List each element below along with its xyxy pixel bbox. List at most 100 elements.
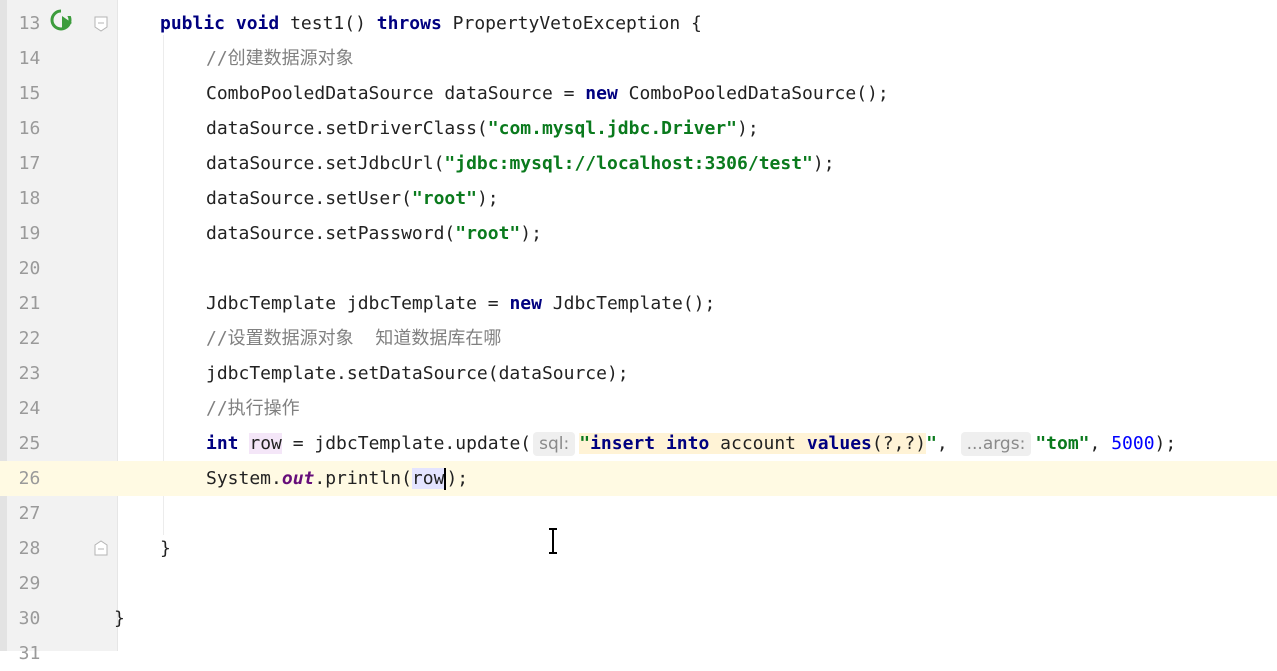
code-token: ComboPooledDataSource dataSource = xyxy=(206,83,586,104)
code-token: " xyxy=(579,433,591,454)
code-text[interactable]: } xyxy=(114,601,125,636)
i-beam-cursor-icon xyxy=(549,528,557,554)
code-token: "jdbc:mysql://localhost:3306/test" xyxy=(444,153,813,174)
code-line[interactable]: 31 xyxy=(0,636,1277,671)
code-text[interactable]: System.out.println(row); xyxy=(206,461,468,496)
code-token: , xyxy=(1089,433,1112,454)
code-text[interactable]: //执行操作 xyxy=(206,391,300,426)
code-text[interactable]: int row = jdbcTemplate.update(sql: "inser… xyxy=(206,426,1176,461)
code-line[interactable]: 26 System.out.println(row); xyxy=(0,461,1277,496)
code-token: "root" xyxy=(455,223,521,244)
code-editor[interactable]: 13 public void test1() throws PropertyVet… xyxy=(0,0,1277,664)
code-token: into xyxy=(665,433,710,454)
code-line[interactable]: 23 jdbcTemplate.setDataSource(dataSource)… xyxy=(0,356,1277,391)
code-token: ); xyxy=(446,468,469,489)
code-token: jdbcTemplate.setDataSource(dataSource); xyxy=(206,363,629,384)
code-line[interactable]: 24 //执行操作 xyxy=(0,391,1277,426)
code-line[interactable]: 29 xyxy=(0,566,1277,601)
code-line[interactable]: 15 ComboPooledDataSource dataSource = new… xyxy=(0,76,1277,111)
run-gutter-icon[interactable] xyxy=(48,7,76,35)
code-text[interactable]: //创建数据源对象 xyxy=(206,41,354,76)
code-line[interactable]: 18 dataSource.setUser("root"); xyxy=(0,181,1277,216)
line-number: 22 xyxy=(18,328,41,349)
code-token: "tom" xyxy=(1035,433,1090,454)
code-token: } xyxy=(114,608,125,629)
line-number: 17 xyxy=(18,153,41,174)
parameter-hint: ...args: xyxy=(960,432,1032,456)
code-token: out xyxy=(281,468,315,489)
code-token: JdbcTemplate(); xyxy=(541,293,716,314)
code-token: ); xyxy=(812,153,835,174)
line-number: 29 xyxy=(18,573,41,594)
code-token xyxy=(655,433,666,454)
code-token: insert xyxy=(590,433,656,454)
line-number: 15 xyxy=(18,83,41,104)
code-token: " xyxy=(926,433,937,454)
code-token: , xyxy=(936,433,959,454)
code-text[interactable]: ComboPooledDataSource dataSource = new C… xyxy=(206,76,889,111)
code-token: JdbcTemplate jdbcTemplate = xyxy=(206,293,510,314)
code-token: throws xyxy=(376,13,442,34)
code-text[interactable]: dataSource.setDriverClass("com.mysql.jdb… xyxy=(206,111,759,146)
line-number: 21 xyxy=(18,293,41,314)
code-line[interactable]: 13 public void test1() throws PropertyVet… xyxy=(0,6,1277,41)
line-number: 23 xyxy=(18,363,41,384)
code-text[interactable]: //设置数据源对象 知道数据库在哪 xyxy=(206,321,501,356)
code-line[interactable]: 25 int row = jdbcTemplate.update(sql: "ins… xyxy=(0,426,1277,461)
code-token: ComboPooledDataSource(); xyxy=(617,83,889,104)
code-token: PropertyVetoException { xyxy=(441,13,702,34)
line-number: 31 xyxy=(18,643,41,664)
code-token: } xyxy=(160,538,171,559)
code-line[interactable]: 16 dataSource.setDriverClass("com.mysql.j… xyxy=(0,111,1277,146)
line-number: 19 xyxy=(18,223,41,244)
code-token: ); xyxy=(1154,433,1177,454)
code-token: dataSource.setUser( xyxy=(206,188,412,209)
code-line[interactable]: 14 //创建数据源对象 xyxy=(0,41,1277,76)
code-text[interactable]: JdbcTemplate jdbcTemplate = new JdbcTemp… xyxy=(206,286,715,321)
code-token: ); xyxy=(476,188,499,209)
code-token: "com.mysql.jdbc.Driver" xyxy=(487,118,738,139)
line-number: 14 xyxy=(18,48,41,69)
code-line[interactable]: 30} xyxy=(0,601,1277,636)
code-line[interactable]: 22 //设置数据源对象 知道数据库在哪 xyxy=(0,321,1277,356)
code-line[interactable]: 19 dataSource.setPassword("root"); xyxy=(0,216,1277,251)
line-number: 18 xyxy=(18,188,41,209)
code-token: void xyxy=(235,13,280,34)
code-text[interactable]: dataSource.setPassword("root"); xyxy=(206,216,542,251)
code-text[interactable]: dataSource.setUser("root"); xyxy=(206,181,499,216)
code-token: row xyxy=(411,468,445,489)
code-text[interactable]: public void test1() throws PropertyVetoE… xyxy=(160,6,702,41)
code-token: public xyxy=(160,13,226,34)
line-number: 28 xyxy=(18,538,41,559)
fold-icon[interactable] xyxy=(93,15,109,33)
code-line[interactable]: 17 dataSource.setJdbcUrl("jdbc:mysql://lo… xyxy=(0,146,1277,181)
code-text[interactable]: dataSource.setJdbcUrl("jdbc:mysql://loca… xyxy=(206,146,835,181)
code-token: ); xyxy=(737,118,759,139)
code-token: .println( xyxy=(314,468,412,489)
code-line[interactable]: 21 JdbcTemplate jdbcTemplate = new JdbcTe… xyxy=(0,286,1277,321)
code-token: account xyxy=(709,433,807,454)
code-text[interactable]: } xyxy=(160,531,171,566)
line-number: 20 xyxy=(18,258,41,279)
line-number: 13 xyxy=(18,13,41,34)
line-number: 16 xyxy=(18,118,41,139)
code-token: //设置数据源对象 知道数据库在哪 xyxy=(206,328,502,349)
code-token: test1() xyxy=(279,13,377,34)
code-token: "root" xyxy=(411,188,477,209)
code-token: (?,?) xyxy=(871,433,927,454)
line-number: 24 xyxy=(18,398,41,419)
fold-icon[interactable] xyxy=(93,539,109,557)
code-line[interactable]: 27 xyxy=(0,496,1277,531)
code-line[interactable]: 28} xyxy=(0,531,1277,566)
line-number: 26 xyxy=(18,468,41,489)
code-token: new xyxy=(509,293,542,314)
code-text[interactable]: jdbcTemplate.setDataSource(dataSource); xyxy=(206,356,629,391)
code-token: dataSource.setPassword( xyxy=(206,223,456,244)
code-token: //执行操作 xyxy=(206,398,300,419)
code-token: 5000 xyxy=(1111,433,1155,454)
code-token: row xyxy=(249,433,282,454)
code-token: new xyxy=(585,83,618,104)
code-line[interactable]: 20 xyxy=(0,251,1277,286)
